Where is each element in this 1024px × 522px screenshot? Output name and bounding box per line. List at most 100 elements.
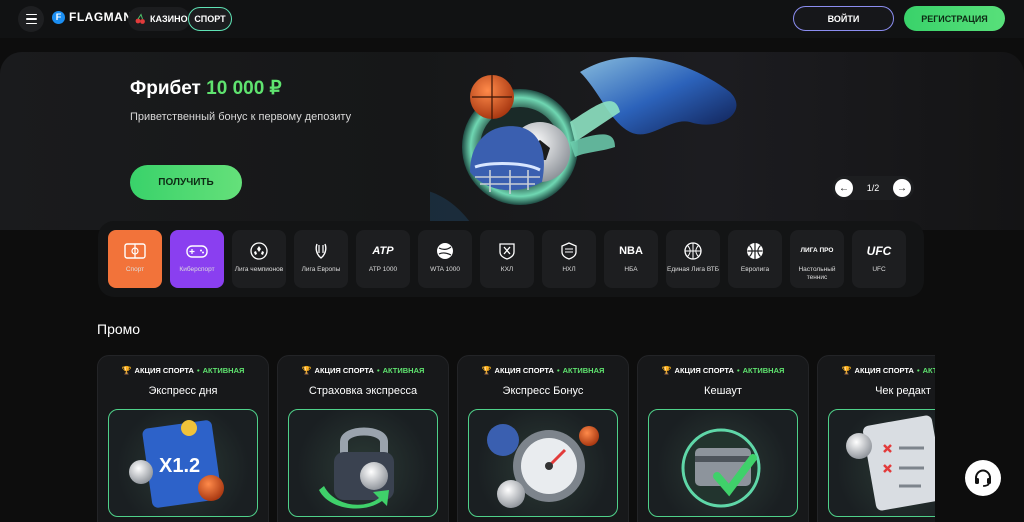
register-button[interactable]: РЕГИСТРАЦИЯ — [904, 6, 1005, 31]
arrow-right-icon: → — [896, 182, 907, 194]
promo-card[interactable]: 🏆АКЦИЯ СПОРТА•АКТИВНАЯ Чек редакт — [817, 355, 935, 522]
trophy-icon: 🏆 — [121, 366, 132, 375]
promo-card-image — [468, 409, 618, 517]
category-label: Киберспорт — [179, 266, 215, 273]
casino-tab[interactable]: КАЗИНО — [128, 7, 190, 31]
headset-icon — [975, 469, 991, 487]
category-label: НХЛ — [562, 266, 576, 273]
soccer-field-icon — [124, 240, 146, 262]
banner-subtitle: Приветственный бонус к первому депозиту — [130, 111, 352, 123]
promo-card[interactable]: 🏆 АКЦИЯ СПОРТА • АКТИВНАЯ Экспресс Бонус — [457, 355, 629, 522]
champions-league-icon — [249, 240, 269, 262]
wta-icon — [435, 240, 455, 262]
category-label: НБА — [624, 266, 638, 273]
ufc-icon: UFC — [866, 244, 892, 258]
separator-dot: • — [916, 366, 920, 375]
trophy-icon: 🏆 — [841, 366, 852, 375]
top-bar: F FLAGMAN КАЗИНО СПОРТ ВОЙТИ РЕГИСТРАЦИЯ — [0, 0, 1024, 38]
promo-card-image: X1.2 — [108, 409, 258, 517]
promo-tagline: 🏆АКЦИЯ СПОРТА•АКТИВНАЯ — [98, 366, 268, 375]
pager-count: 1/2 — [866, 183, 880, 193]
banner-title-prefix: Фрибет — [130, 78, 201, 99]
promo-cards: 🏆 АКЦИЯ СПОРТА • АКТИВНАЯ Экспресс дня X1.2… — [97, 355, 935, 522]
category-euroleague[interactable]: Евролига — [728, 230, 782, 288]
promo-section-title: Промо — [97, 321, 141, 337]
promo-tag: АКЦИЯ СПОРТА — [494, 366, 554, 375]
category-nba[interactable]: NBA НБА — [604, 230, 658, 288]
category-label: Спорт — [125, 266, 145, 273]
promo-card-title: Экспресс Бонус — [502, 385, 584, 397]
get-bonus-button[interactable]: ПОЛУЧИТЬ — [130, 165, 242, 200]
trophy-icon: 🏆 — [661, 366, 672, 375]
promo-card-image — [828, 409, 935, 517]
separator-dot: • — [196, 366, 200, 375]
category-esport[interactable]: Киберспорт — [170, 230, 224, 288]
promo-status: АКТИВНАЯ — [202, 366, 245, 375]
promo-tagline: 🏆АКЦИЯ СПОРТА•АКТИВНАЯ — [278, 366, 448, 375]
atp-icon: ATP — [372, 245, 394, 257]
prev-slide-button[interactable]: ← — [835, 179, 853, 197]
category-atp[interactable]: ATP ATP 1000 — [356, 230, 410, 288]
gamepad-icon — [186, 240, 208, 262]
promo-card[interactable]: 🏆 АКЦИЯ СПОРТА • АКТИВНАЯ Кешаут — [637, 355, 809, 522]
support-chat-button[interactable] — [965, 460, 1001, 496]
logo[interactable]: F FLAGMAN — [52, 10, 133, 24]
category-strip: Спорт Киберспорт Лига чемпионов Лига Евр… — [98, 221, 924, 297]
category-label: UFC — [872, 266, 886, 273]
category-label: ATP 1000 — [368, 266, 398, 273]
nba-icon: NBA — [619, 245, 643, 257]
express-odds-text: X1.2 — [159, 455, 200, 477]
category-khl[interactable]: КХЛ — [480, 230, 534, 288]
logo-text: FLAGMAN — [69, 10, 133, 24]
next-slide-button[interactable]: → — [892, 179, 911, 197]
promo-card[interactable]: 🏆 АКЦИЯ СПОРТА • АКТИВНАЯ Экспресс дня X1.2 — [97, 355, 269, 522]
khl-icon — [497, 240, 517, 262]
cashout-illustration — [681, 428, 761, 508]
euroleague-icon — [745, 240, 765, 262]
category-label: Настольный теннис — [798, 266, 836, 282]
category-europa-league[interactable]: Лига Европы — [294, 230, 348, 288]
sport-tab[interactable]: СПОРТ — [188, 7, 232, 31]
promo-tag: АКЦИЯ СПОРТА — [134, 366, 194, 375]
trophy-icon: 🏆 — [481, 366, 492, 375]
promo-card-image — [648, 409, 798, 517]
bet-edit-illustration — [846, 415, 935, 511]
promo-tag: АКЦИЯ СПОРТА — [854, 366, 914, 375]
category-label: Лига Европы — [301, 266, 341, 273]
promo-tagline: 🏆АКЦИЯ СПОРТА•АКТИВНАЯ — [818, 366, 935, 375]
table-tennis-icon: ЛИГА ПРО — [800, 246, 834, 254]
banner-hero-image — [430, 57, 737, 222]
promo-status: АКТИВНАЯ — [382, 366, 425, 375]
promo-status: АКТИВНАЯ — [922, 366, 935, 375]
sport-tab-label: СПОРТ — [194, 14, 226, 24]
promo-status: АКТИВНАЯ — [562, 366, 605, 375]
cherry-icon — [135, 13, 145, 24]
promo-tag: АКЦИЯ СПОРТА — [674, 366, 734, 375]
banner-title: Фрибет 10 000 ₽ — [130, 77, 282, 100]
casino-tab-label: КАЗИНО — [150, 14, 188, 24]
hamburger-menu-button[interactable] — [18, 6, 44, 32]
category-wta[interactable]: WTA 1000 — [418, 230, 472, 288]
express-bonus-illustration — [487, 424, 599, 508]
category-label: Евролига — [740, 266, 770, 273]
category-label: Единая Лига ВТБ — [667, 266, 719, 273]
category-sport[interactable]: Спорт — [108, 230, 162, 288]
category-table-tennis[interactable]: ЛИГА ПРО Настольный теннис — [790, 230, 844, 288]
category-ufc[interactable]: UFC UFC — [852, 230, 906, 288]
category-label: Лига чемпионов — [234, 266, 284, 273]
europa-league-icon — [311, 240, 331, 262]
category-nhl[interactable]: НХЛ — [542, 230, 596, 288]
vtb-league-icon — [683, 240, 703, 262]
separator-dot: • — [736, 366, 740, 375]
category-champions-league[interactable]: Лига чемпионов — [232, 230, 286, 288]
promo-card[interactable]: 🏆 АКЦИЯ СПОРТА • АКТИВНАЯ Страховка экспрес… — [277, 355, 449, 522]
banner-pager: ← 1/2 → — [832, 176, 914, 200]
login-button[interactable]: ВОЙТИ — [793, 6, 894, 31]
category-vtb-league[interactable]: Единая Лига ВТБ — [666, 230, 720, 288]
promo-tagline: 🏆АКЦИЯ СПОРТА•АКТИВНАЯ — [638, 366, 808, 375]
express-insurance-illustration — [319, 427, 394, 509]
promo-card-title: Экспресс дня — [148, 385, 218, 397]
category-label: WTA 1000 — [430, 266, 460, 273]
promo-tag: АКЦИЯ СПОРТА — [314, 366, 374, 375]
promo-card-title: Чек редакт — [875, 385, 931, 397]
